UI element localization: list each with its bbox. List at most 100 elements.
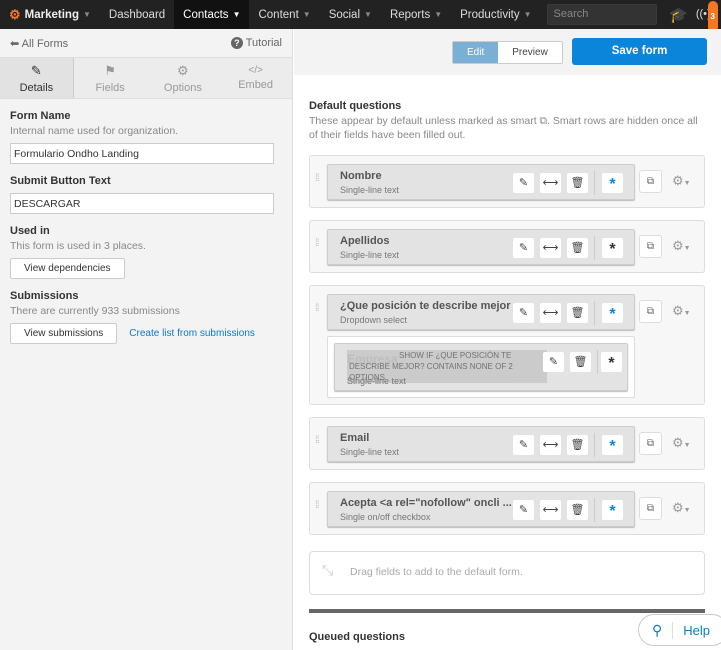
drag-handle-icon[interactable]: ⁞⁞: [315, 174, 321, 184]
required-asterisk-icon[interactable]: *: [602, 303, 623, 323]
nav-label: Content: [258, 8, 299, 21]
required-asterisk-icon[interactable]: *: [602, 435, 623, 455]
nav-label: Contacts: [183, 8, 229, 21]
tab-label: Embed: [238, 79, 274, 91]
form-field[interactable]: Nombre Single-line text ✎ ⟷ 🗑 *: [327, 164, 635, 200]
field-type: Single-line text: [340, 447, 400, 457]
smart-field-icon[interactable]: ⧉: [639, 170, 662, 193]
divider: [594, 171, 595, 195]
field-type: Single on/off checkbox: [340, 512, 431, 522]
submit-text-input[interactable]: DESCARGAR: [10, 193, 274, 214]
edit-icon[interactable]: ✎: [513, 238, 534, 258]
delete-icon[interactable]: 🗑: [567, 173, 588, 193]
drag-handle-icon[interactable]: ⁞⁞: [315, 436, 321, 446]
form-field[interactable]: Email Single-line text ✎ ⟷ 🗑 *: [327, 426, 635, 462]
used-in-text: This form is used in 3 places.: [10, 240, 146, 252]
view-submissions-button[interactable]: View submissions: [10, 323, 118, 344]
required-asterisk-icon[interactable]: *: [601, 352, 622, 372]
code-icon: </>: [248, 65, 263, 76]
back-label: All Forms: [21, 37, 69, 50]
tab-fields[interactable]: ⚑ Fields: [74, 58, 147, 98]
edit-icon[interactable]: ✎: [513, 435, 534, 455]
required-asterisk-icon[interactable]: *: [602, 173, 623, 193]
view-dependencies-button[interactable]: View dependencies: [10, 258, 125, 279]
notifications-icon[interactable]: ((•)) 3: [696, 0, 721, 32]
divider: [594, 498, 595, 522]
divider: [594, 236, 595, 260]
delete-icon[interactable]: 🗑: [567, 500, 588, 520]
divider: [594, 301, 595, 325]
gear-dropdown-icon[interactable]: ⚙▼: [672, 435, 691, 451]
search-input[interactable]: Search: [546, 4, 658, 25]
resize-icon[interactable]: ⟷: [540, 303, 561, 323]
form-name-help: Internal name used for organization.: [10, 125, 179, 137]
drop-zone[interactable]: ⤡ Drag fields to add to the default form.: [309, 551, 705, 595]
delete-icon[interactable]: 🗑: [567, 435, 588, 455]
edit-icon[interactable]: ✎: [513, 303, 534, 323]
nav-dashboard[interactable]: Dashboard: [100, 0, 174, 29]
drag-handle-icon[interactable]: ⁞⁞: [315, 304, 321, 314]
nav-label: Marketing: [24, 8, 79, 21]
required-asterisk-icon[interactable]: *: [602, 500, 623, 520]
gear-dropdown-icon[interactable]: ⚙▼: [672, 500, 691, 516]
nav-productivity[interactable]: Productivity ▼: [451, 0, 540, 29]
nav-label: Reports: [389, 8, 431, 21]
nav-social[interactable]: Social ▼: [320, 0, 381, 29]
tab-details[interactable]: ✎ Details: [0, 58, 74, 98]
form-field-row: ⁞⁞ Email Single-line text ✎ ⟷ 🗑 * ⧉ ⚙▼: [309, 417, 705, 470]
gear-dropdown-icon[interactable]: ⚙▼: [672, 238, 691, 254]
submissions-label: Submissions: [10, 290, 79, 302]
smart-field-icon[interactable]: ⧉: [639, 235, 662, 258]
tutorial-link[interactable]: ? Tutorial: [230, 37, 282, 49]
save-form-button[interactable]: Save form: [572, 38, 707, 65]
resize-icon[interactable]: ⟷: [540, 435, 561, 455]
delete-icon[interactable]: 🗑: [567, 238, 588, 258]
form-field-row: ⁞⁞ Nombre Single-line text ✎ ⟷ 🗑 * ⧉ ⚙▼: [309, 155, 705, 208]
form-field[interactable]: ¿Que posición te describe mejor Dropdown…: [327, 294, 635, 330]
tab-label: Fields: [95, 81, 125, 94]
smart-field-icon[interactable]: ⧉: [639, 432, 662, 455]
field-name: ¿Que posición te describe mejor: [340, 300, 511, 312]
form-field[interactable]: Acepta <a rel="nofollow" oncli ... Singl…: [327, 491, 635, 527]
form-name-input[interactable]: Formulario Ondho Landing: [10, 143, 274, 164]
top-nav: ⚙ Marketing ▼ Dashboard Contacts ▼ Content ▼…: [0, 0, 721, 32]
dependent-field[interactable]: Empresa SHOW IF ¿QUE POSICIÓN TE DESCRIB…: [334, 343, 628, 391]
smart-field-icon[interactable]: ⧉: [639, 497, 662, 520]
all-forms-link[interactable]: ⬅ All Forms: [10, 37, 68, 50]
gear-dropdown-icon[interactable]: ⚙▼: [672, 303, 691, 319]
smart-field-icon[interactable]: ⧉: [639, 300, 662, 323]
required-asterisk-icon[interactable]: *: [602, 238, 623, 258]
resize-icon[interactable]: ⟷: [540, 173, 561, 193]
drag-handle-icon[interactable]: ⁞⁞: [315, 239, 321, 249]
hubspot-logo-icon: ⚙: [9, 6, 21, 22]
resize-icon[interactable]: ⟷: [540, 238, 561, 258]
gear-dropdown-icon[interactable]: ⚙▼: [672, 173, 691, 189]
preview-button[interactable]: Preview: [498, 42, 562, 63]
nav-marketing[interactable]: ⚙ Marketing ▼: [0, 0, 100, 29]
delete-icon[interactable]: 🗑: [570, 352, 591, 372]
field-type: Single-line text: [340, 185, 400, 195]
create-list-link[interactable]: Create list from submissions: [129, 328, 255, 339]
tab-embed[interactable]: </> Embed: [219, 58, 292, 98]
divider: [594, 433, 595, 457]
edit-icon[interactable]: ✎: [513, 500, 534, 520]
form-field[interactable]: Apellidos Single-line text ✎ ⟷ 🗑 *: [327, 229, 635, 265]
form-field-row: ⁞⁞ Apellidos Single-line text ✎ ⟷ 🗑 * ⧉ ⚙▼: [309, 220, 705, 273]
delete-icon[interactable]: 🗑: [567, 303, 588, 323]
left-tabs: ✎ Details ⚑ Fields ⚙ Options </> Embed: [0, 57, 292, 99]
back-arrow-icon: ⬅: [10, 37, 22, 50]
help-button[interactable]: ⚲ Help: [638, 614, 721, 646]
tab-options[interactable]: ⚙ Options: [147, 58, 220, 98]
form-field-row: ⁞⁞ ¿Que posición te describe mejor Dropd…: [309, 285, 705, 405]
nav-content[interactable]: Content ▼: [249, 0, 319, 29]
nav-contacts[interactable]: Contacts ▼: [174, 0, 250, 29]
form-field-row: ⁞⁞ Acepta <a rel="nofollow" oncli ... Si…: [309, 482, 705, 535]
edit-button[interactable]: Edit: [453, 42, 499, 63]
nav-reports[interactable]: Reports ▼: [381, 0, 451, 29]
drag-handle-icon[interactable]: ⁞⁞: [315, 501, 321, 511]
edit-icon[interactable]: ✎: [543, 352, 564, 372]
resize-icon[interactable]: ⟷: [540, 500, 561, 520]
academy-cap-icon[interactable]: 🎓: [669, 6, 688, 24]
edit-icon[interactable]: ✎: [513, 173, 534, 193]
editor-header: Edit Preview Save form: [294, 29, 721, 75]
